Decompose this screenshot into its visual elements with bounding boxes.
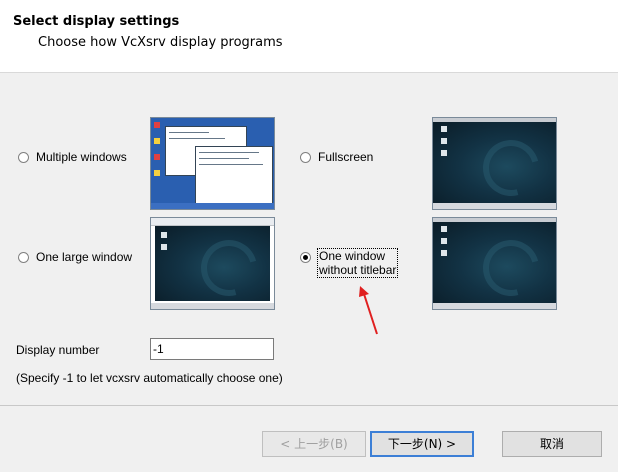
fullscreen-preview bbox=[432, 117, 557, 210]
option-label-line1: One window bbox=[319, 249, 386, 263]
one-large-window-preview bbox=[150, 217, 275, 310]
multiple-windows-radio[interactable] bbox=[18, 152, 29, 163]
fullscreen-label[interactable]: Fullscreen bbox=[318, 150, 373, 164]
page-subtitle: Choose how VcXsrv display programs bbox=[38, 35, 283, 50]
one-window-without-titlebar-radio[interactable] bbox=[300, 252, 311, 263]
fullscreen-radio[interactable] bbox=[300, 152, 311, 163]
next-button[interactable]: 下一步(N) > bbox=[370, 431, 474, 457]
display-number-input[interactable] bbox=[150, 338, 274, 360]
page-title: Select display settings bbox=[13, 14, 180, 29]
option-label-line2: without titlebar bbox=[319, 263, 397, 277]
one-window-without-titlebar-preview bbox=[432, 217, 557, 310]
cancel-button[interactable]: 取消 bbox=[502, 431, 602, 457]
back-button[interactable]: < 上一步(B) bbox=[262, 431, 366, 457]
footer-divider bbox=[0, 405, 618, 406]
multiple-windows-label[interactable]: Multiple windows bbox=[36, 150, 127, 164]
display-number-label: Display number bbox=[16, 343, 100, 357]
wizard-header: Select display settings Choose how VcXsr… bbox=[0, 0, 618, 73]
display-number-help: (Specify -1 to let vcxsrv automatically … bbox=[16, 371, 283, 385]
one-large-window-radio[interactable] bbox=[18, 252, 29, 263]
red-arrow-icon bbox=[359, 286, 378, 335]
multiple-windows-preview bbox=[150, 117, 275, 210]
one-large-window-label[interactable]: One large window bbox=[36, 250, 132, 264]
one-window-without-titlebar-label[interactable]: One window without titlebar bbox=[317, 248, 399, 278]
